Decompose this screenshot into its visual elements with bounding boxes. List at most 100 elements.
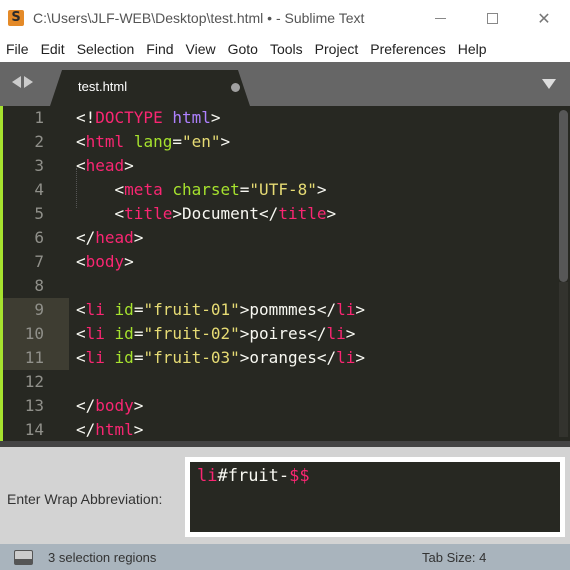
wrap-abbreviation-label: Enter Wrap Abbreviation: xyxy=(7,491,163,507)
menu-bar: File Edit Selection Find View Goto Tools… xyxy=(0,36,570,62)
line-number: 5 xyxy=(34,204,44,223)
code-token: > xyxy=(316,180,327,199)
code-token: </ xyxy=(76,396,96,415)
code-token: li xyxy=(197,466,218,486)
line-number: 6 xyxy=(34,228,44,247)
code-token: "fruit-02" xyxy=(143,324,240,343)
code-line[interactable]: <html lang="en"> xyxy=(76,130,365,154)
tab-list-dropdown-icon[interactable] xyxy=(542,79,556,89)
tab-size-setting[interactable]: Tab Size: 4 xyxy=(422,550,486,565)
code-token: > xyxy=(124,156,134,175)
code-token: html xyxy=(95,420,134,439)
code-token: > xyxy=(355,300,366,319)
tab-next-icon[interactable] xyxy=(24,76,33,88)
code-token: title xyxy=(278,204,327,223)
menu-project[interactable]: Project xyxy=(309,41,365,57)
menu-goto[interactable]: Goto xyxy=(222,41,264,57)
code-token: > xyxy=(355,348,366,367)
code-token: > xyxy=(210,108,221,127)
code-token: < xyxy=(76,204,125,223)
line-number: 12 xyxy=(24,372,44,391)
code-line[interactable]: <meta charset="UTF-8"> xyxy=(76,178,365,202)
code-token: >pommmes</ xyxy=(239,300,337,319)
code-token: > xyxy=(133,228,144,247)
code-token: >poires</ xyxy=(239,324,327,343)
code-token: head xyxy=(95,228,134,247)
code-line[interactable]: </head> xyxy=(76,226,365,250)
code-token: < xyxy=(76,300,86,319)
menu-find[interactable]: Find xyxy=(140,41,179,57)
code-line[interactable]: <li id="fruit-01">pommmes</li> xyxy=(76,298,365,322)
title-bar: S C:\Users\JLF-WEB\Desktop\test.html • -… xyxy=(0,0,570,36)
code-token: li xyxy=(336,348,356,367)
wrap-abbreviation-input[interactable]: li#fruit-$$ xyxy=(185,457,565,537)
close-button[interactable]: ✕ xyxy=(518,0,570,36)
maximize-button[interactable] xyxy=(466,0,518,36)
line-number: 13 xyxy=(24,396,44,415)
code-token: > xyxy=(133,420,144,439)
code-line[interactable]: <!DOCTYPE html> xyxy=(76,106,365,130)
line-number: 11 xyxy=(3,346,69,370)
menu-selection[interactable]: Selection xyxy=(71,41,141,57)
code-token: </ xyxy=(76,228,96,247)
code-token: body xyxy=(85,252,125,271)
menu-tools[interactable]: Tools xyxy=(264,41,309,57)
window-title: C:\Users\JLF-WEB\Desktop\test.html • - S… xyxy=(33,10,365,26)
line-number: 7 xyxy=(34,252,44,271)
scrollbar-track[interactable] xyxy=(559,282,568,437)
code-line[interactable]: <body> xyxy=(76,250,365,274)
code-token: < xyxy=(76,324,86,343)
code-line[interactable]: <head> xyxy=(76,154,365,178)
code-line[interactable]: <title>Document</title> xyxy=(76,202,365,226)
sublime-app-icon: S xyxy=(8,10,24,26)
code-token: DOCTYPE xyxy=(95,108,163,127)
code-token: html xyxy=(172,108,211,127)
menu-file[interactable]: File xyxy=(0,41,35,57)
code-line[interactable] xyxy=(76,274,365,298)
menu-help[interactable]: Help xyxy=(452,41,493,57)
code-token: <! xyxy=(76,108,96,127)
menu-preferences[interactable]: Preferences xyxy=(364,41,451,57)
code-token: > xyxy=(220,132,231,151)
line-number: 4 xyxy=(34,180,44,199)
selection-status: 3 selection regions xyxy=(48,549,157,565)
minimize-icon xyxy=(434,17,446,19)
line-number-gutter: 1 2 3 4 5 6 7 8 9 10 11 12 13 14 xyxy=(3,106,69,442)
code-token: = xyxy=(239,180,250,199)
vertical-scrollbar[interactable] xyxy=(559,110,568,282)
code-line[interactable]: <li id="fruit-02">poires</li> xyxy=(76,322,365,346)
code-token: charset xyxy=(172,180,240,199)
wrap-abbreviation-value: li#fruit-$$ xyxy=(197,464,553,488)
code-token: head xyxy=(85,156,125,175)
code-token: < xyxy=(76,156,86,175)
code-line[interactable]: </html> xyxy=(76,418,365,442)
code-token: "en" xyxy=(181,132,221,151)
menu-view[interactable]: View xyxy=(180,41,222,57)
code-content[interactable]: <!DOCTYPE html> <html lang="en"> <head> <m… xyxy=(76,106,365,442)
window-controls: ✕ xyxy=(414,0,570,36)
unsaved-dot-icon[interactable] xyxy=(231,83,240,92)
code-token: > xyxy=(133,396,144,415)
panel-toggle-icon[interactable] xyxy=(14,549,33,565)
tab-prev-icon[interactable] xyxy=(12,76,21,88)
code-token: html xyxy=(85,132,125,151)
code-line[interactable]: <li id="fruit-03">oranges</li> xyxy=(76,346,365,370)
tab-test-html[interactable]: test.html xyxy=(50,70,250,106)
maximize-icon xyxy=(486,12,498,24)
code-token: < xyxy=(76,348,86,367)
code-token: < xyxy=(76,180,125,199)
menu-edit[interactable]: Edit xyxy=(35,41,71,57)
minimize-button[interactable] xyxy=(414,0,466,36)
line-number: 1 xyxy=(34,108,44,127)
code-token: </ xyxy=(76,420,96,439)
code-token: "UTF-8" xyxy=(249,180,317,199)
status-bar: 3 selection regions Tab Size: 4 xyxy=(0,544,570,570)
code-line[interactable]: </body> xyxy=(76,394,365,418)
code-editor[interactable]: 1 2 3 4 5 6 7 8 9 10 11 12 13 14 <!DOCTYPE html> <html… xyxy=(0,106,570,441)
code-line[interactable] xyxy=(76,370,365,394)
code-token: title xyxy=(124,204,173,223)
